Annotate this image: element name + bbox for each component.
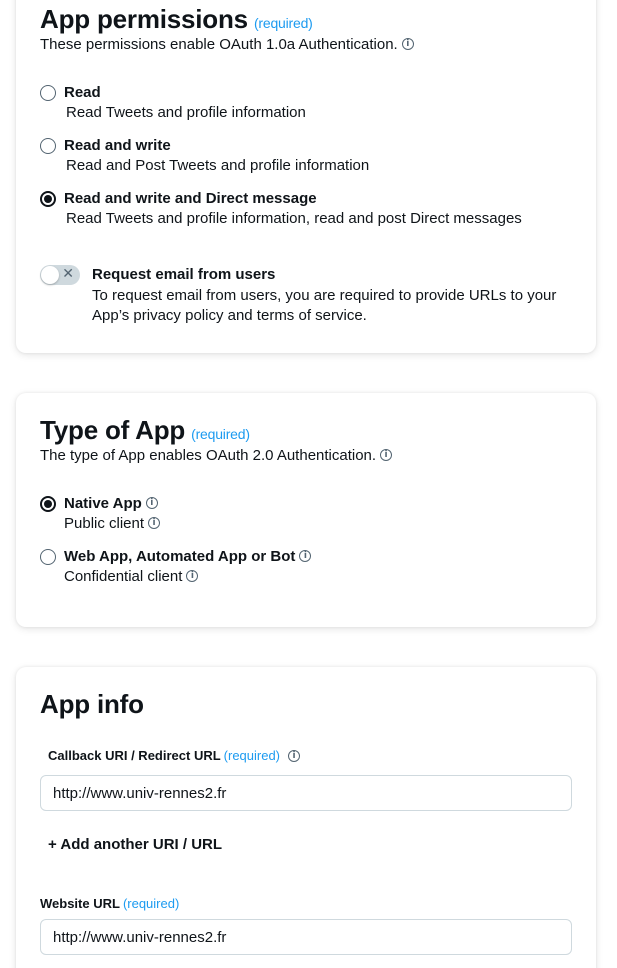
option-read-write-dm-desc: Read Tweets and profile information, rea…	[66, 210, 522, 227]
option-read-write-label[interactable]: Read and write	[64, 137, 171, 154]
confidential-client-text: Confidential client	[64, 568, 183, 585]
option-read-write-dm-label[interactable]: Read and write and Direct message	[64, 190, 317, 207]
info-icon[interactable]: i	[148, 517, 161, 530]
callback-label-text: Callback URI / Redirect URL	[48, 748, 221, 763]
website-label-text: Website URL	[40, 896, 120, 911]
radio-native-app[interactable]	[40, 496, 56, 512]
radio-read-write[interactable]	[40, 138, 56, 154]
info-icon[interactable]: i	[380, 449, 393, 462]
request-email-toggle[interactable]: ✕	[40, 265, 80, 285]
option-read-write-desc: Read and Post Tweets and profile informa…	[66, 157, 370, 174]
callback-url-input[interactable]	[40, 775, 572, 811]
close-icon: ✕	[62, 266, 74, 282]
callback-url-label: Callback URI / Redirect URL (required) i	[48, 748, 301, 763]
request-email-title: Request email from users	[92, 266, 276, 283]
option-native-app-desc: Public client i	[64, 515, 161, 532]
type-of-app-subtitle: The type of App enables OAuth 2.0 Authen…	[40, 447, 393, 464]
option-read-label[interactable]: Read	[64, 84, 101, 101]
type-of-app-card: Type of App (required) The type of App en…	[16, 393, 596, 627]
type-of-app-title: Type of App	[40, 415, 186, 445]
native-app-text: Native App	[64, 495, 142, 512]
website-url-input[interactable]	[40, 919, 572, 955]
info-icon[interactable]: i	[145, 497, 158, 510]
option-web-app-label[interactable]: Web App, Automated App or Bot i	[64, 548, 312, 565]
radio-web-app[interactable]	[40, 549, 56, 565]
web-app-text: Web App, Automated App or Bot	[64, 548, 296, 565]
option-native-app-label[interactable]: Native App i	[64, 495, 158, 512]
public-client-text: Public client	[64, 515, 145, 532]
option-read-desc: Read Tweets and profile information	[66, 104, 306, 121]
required-tag: (required)	[253, 15, 313, 31]
app-info-title: App info	[40, 689, 144, 719]
radio-read[interactable]	[40, 85, 56, 101]
required-tag: (required)	[191, 426, 250, 442]
app-info-card: App info Callback URI / Redirect URL (req…	[16, 667, 596, 968]
app-permissions-card: App permissions (required) These permissi…	[16, 0, 596, 353]
option-web-app-desc: Confidential client i	[64, 568, 199, 585]
request-email-desc: To request email from users, you are req…	[92, 287, 557, 324]
info-icon[interactable]: i	[288, 749, 301, 762]
required-tag: (required)	[223, 748, 281, 763]
required-tag: (required)	[122, 896, 180, 911]
app-permissions-title: App permissions	[40, 4, 248, 34]
info-icon[interactable]: i	[401, 38, 414, 51]
type-of-app-heading: Type of App (required)	[40, 415, 250, 446]
toggle-knob	[41, 266, 59, 284]
app-permissions-heading: App permissions (required)	[40, 4, 313, 35]
info-icon[interactable]: i	[186, 570, 199, 583]
subtitle-text: These permissions enable OAuth 1.0a Auth…	[40, 36, 398, 53]
radio-read-write-dm[interactable]	[40, 191, 56, 207]
add-another-uri-button[interactable]: + Add another URI / URL	[48, 836, 222, 853]
subtitle-text: The type of App enables OAuth 2.0 Authen…	[40, 447, 377, 464]
website-url-label: Website URL (required)	[40, 896, 179, 911]
app-permissions-subtitle: These permissions enable OAuth 1.0a Auth…	[40, 36, 414, 53]
info-icon[interactable]: i	[299, 550, 312, 563]
